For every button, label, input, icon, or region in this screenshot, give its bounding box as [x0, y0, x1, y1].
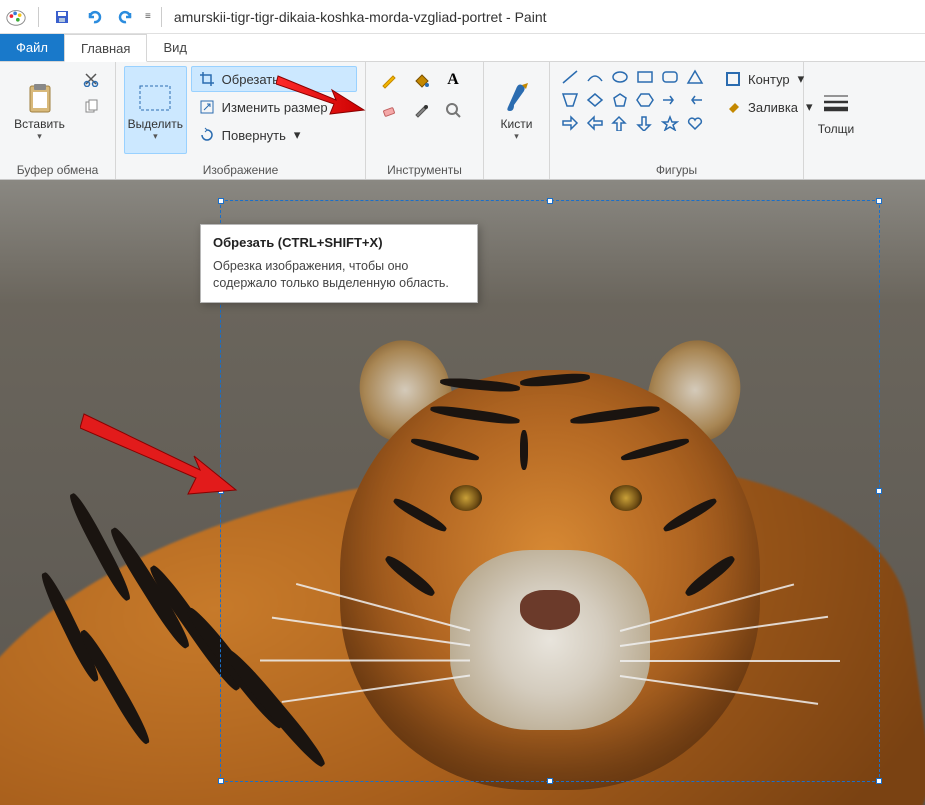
- tab-view[interactable]: Вид: [147, 34, 203, 61]
- group-label-image: Изображение: [124, 161, 357, 177]
- qat-customize-dropdown[interactable]: ≡: [145, 11, 151, 22]
- save-button[interactable]: [49, 4, 75, 30]
- undo-button[interactable]: [81, 4, 107, 30]
- tab-file[interactable]: Файл: [0, 34, 64, 61]
- annotation-arrow-selection: [80, 400, 240, 500]
- fill-tool[interactable]: [406, 66, 436, 94]
- magnifier-tool[interactable]: [438, 96, 468, 124]
- crop-tooltip: Обрезать (CTRL+SHIFT+X) Обрезка изображе…: [200, 224, 478, 303]
- group-label-tools: Инструменты: [374, 161, 475, 177]
- tab-home[interactable]: Главная: [64, 34, 147, 62]
- tooltip-title: Обрезать (CTRL+SHIFT+X): [213, 235, 465, 250]
- quick-access-toolbar: ≡: [4, 4, 166, 30]
- titlebar: ≡ amurskii-tigr-tigr-dikaia-koshka-morda…: [0, 0, 925, 34]
- tooltip-body: Обрезка изображения, чтобы оно содержало…: [213, 258, 465, 292]
- group-clipboard: Вставить ▾ Буфер обмена: [0, 62, 116, 179]
- cut-button[interactable]: [75, 66, 107, 92]
- group-size: Толщи: [804, 62, 868, 179]
- rotate-button[interactable]: Повернуть ▾: [191, 122, 357, 148]
- group-shapes: Контур▾ Заливка▾ Фигуры: [550, 62, 804, 179]
- eraser-tool[interactable]: [374, 96, 404, 124]
- color-picker-tool[interactable]: [406, 96, 436, 124]
- select-button[interactable]: Выделить ▾: [124, 66, 187, 154]
- group-label-clipboard: Буфер обмена: [8, 161, 107, 177]
- redo-button[interactable]: [113, 4, 139, 30]
- paste-button[interactable]: Вставить ▾: [8, 66, 71, 154]
- shapes-gallery[interactable]: [558, 66, 707, 134]
- paint-app-icon: [4, 5, 28, 29]
- group-brushes: Кисти ▾: [484, 62, 550, 179]
- ribbon-tabs: Файл Главная Вид: [0, 34, 925, 62]
- copy-button[interactable]: [75, 94, 107, 120]
- annotation-arrow-crop: [276, 66, 366, 116]
- group-tools: A Инструменты: [366, 62, 484, 179]
- ribbon: Вставить ▾ Буфер обмена Выделить ▾ Обрез…: [0, 62, 925, 180]
- brushes-button[interactable]: Кисти ▾: [492, 66, 541, 154]
- group-label-shapes: Фигуры: [558, 161, 795, 177]
- window-title: amurskii-tigr-tigr-dikaia-koshka-morda-v…: [174, 9, 547, 25]
- text-tool[interactable]: A: [438, 66, 468, 94]
- size-button[interactable]: Толщи: [812, 66, 860, 154]
- pencil-tool[interactable]: [374, 66, 404, 94]
